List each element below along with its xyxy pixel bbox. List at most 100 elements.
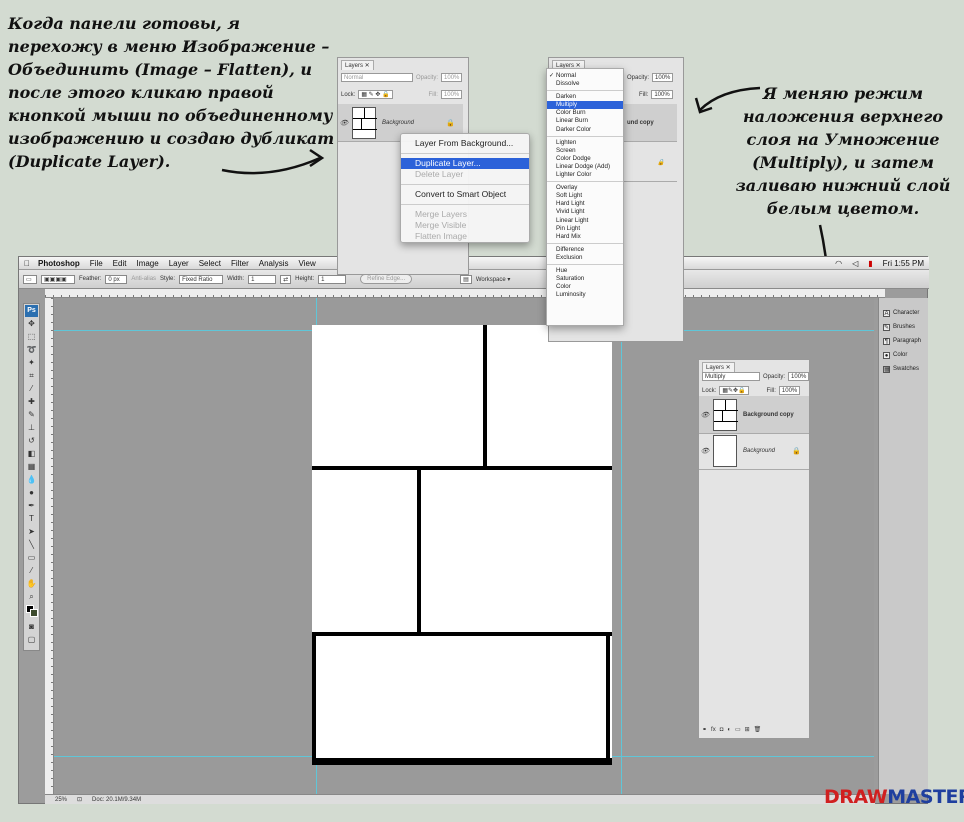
clock-label[interactable]: Fri 1:55 PM bbox=[878, 259, 929, 268]
healing-brush-icon[interactable]: ✚ bbox=[25, 396, 38, 408]
refine-edge-button[interactable]: Refine Edge... bbox=[360, 274, 413, 284]
menu-image[interactable]: Image bbox=[131, 259, 163, 268]
marquee-tool-preset[interactable]: ▭ bbox=[23, 274, 37, 284]
layer-name-background-copy[interactable]: Background copy bbox=[743, 412, 809, 418]
fill-input-2[interactable]: 100% bbox=[651, 90, 673, 99]
blend-option-normal[interactable]: ✓ Normal bbox=[547, 72, 623, 80]
blend-option-color[interactable]: Color bbox=[547, 283, 623, 291]
blend-option-vivid-light[interactable]: Vivid Light bbox=[547, 208, 623, 216]
menu-item-layer-from-background[interactable]: Layer From Background... bbox=[401, 138, 529, 149]
menu-file[interactable]: File bbox=[85, 259, 108, 268]
layer-name[interactable]: Background bbox=[382, 120, 446, 126]
crop-tool-icon[interactable]: ⌗ bbox=[25, 370, 38, 382]
blend-option-linear-light[interactable]: Linear Light bbox=[547, 217, 623, 225]
screen-mode-icon[interactable]: ▢ bbox=[25, 634, 38, 646]
trash-icon[interactable]: 🗑 bbox=[754, 726, 762, 733]
menu-item-delete-layer[interactable]: Delete Layer bbox=[401, 169, 529, 180]
blend-option-exclusion[interactable]: Exclusion bbox=[547, 254, 623, 262]
menu-select[interactable]: Select bbox=[194, 259, 226, 268]
eraser-tool-icon[interactable]: ◧ bbox=[25, 448, 38, 460]
menu-edit[interactable]: Edit bbox=[108, 259, 132, 268]
blend-option-pin-light[interactable]: Pin Light bbox=[547, 225, 623, 233]
menu-layer[interactable]: Layer bbox=[164, 259, 194, 268]
dock-brushes[interactable]: ✎ Brushes bbox=[879, 320, 928, 334]
eye-icon-3a[interactable]: 👁 bbox=[699, 411, 711, 419]
mask-icon[interactable]: ◘ bbox=[720, 727, 724, 733]
blend-option-screen[interactable]: Screen bbox=[547, 147, 623, 155]
workspace-icon[interactable]: ▤ bbox=[460, 274, 472, 284]
menu-item-convert-smart-object[interactable]: Convert to Smart Object bbox=[401, 189, 529, 200]
blend-option-multiply[interactable]: Multiply bbox=[547, 101, 623, 110]
adjustment-icon[interactable]: ◐ bbox=[727, 727, 731, 733]
menu-item-duplicate-layer[interactable]: Duplicate Layer... bbox=[401, 158, 529, 169]
wifi-icon[interactable]: ◠ bbox=[830, 259, 847, 268]
blend-option-hard-mix[interactable]: Hard Mix bbox=[547, 233, 623, 241]
layers-tab[interactable]: Layers ✕ bbox=[341, 60, 374, 70]
blend-option-hard-light[interactable]: Hard Light bbox=[547, 200, 623, 208]
eye-icon[interactable]: 👁 bbox=[338, 119, 350, 127]
blend-option-hue[interactable]: Hue bbox=[547, 267, 623, 275]
brush-tool-icon[interactable]: ✎ bbox=[25, 409, 38, 421]
new-layer-icon[interactable]: ⊞ bbox=[745, 726, 750, 733]
lock-buttons-3[interactable]: ▦✎✥🔒 bbox=[719, 386, 749, 395]
dock-color[interactable]: ● Color bbox=[879, 348, 928, 362]
move-tool-icon[interactable]: ✥ bbox=[25, 318, 38, 330]
lasso-tool-icon[interactable]: ➰ bbox=[25, 344, 38, 356]
blend-mode-select-3[interactable]: Multiply bbox=[702, 372, 760, 381]
layers-tab-3[interactable]: Layers ✕ bbox=[702, 362, 735, 372]
height-input[interactable]: 1 bbox=[318, 274, 347, 284]
feather-input[interactable]: 0 px bbox=[105, 274, 128, 284]
color-swatches-icon[interactable] bbox=[25, 604, 38, 620]
menu-app-name[interactable]: Photoshop bbox=[35, 259, 85, 268]
quick-mask-icon[interactable]: ◙ bbox=[25, 621, 38, 633]
workspace-menu[interactable]: Workspace ▾ bbox=[476, 276, 511, 283]
fill-input-3[interactable]: 100% bbox=[778, 386, 801, 395]
lock-buttons[interactable]: ▦ ✎ ✥ 🔒 bbox=[358, 90, 393, 99]
anti-alias-checkbox[interactable]: Anti-alias bbox=[131, 276, 156, 282]
blend-option-darken[interactable]: Darken bbox=[547, 93, 623, 101]
document-canvas[interactable] bbox=[312, 325, 612, 765]
hand-tool-icon[interactable]: ✋ bbox=[25, 578, 38, 590]
fill-input[interactable]: 100% bbox=[440, 90, 463, 99]
menu-view[interactable]: View bbox=[294, 259, 321, 268]
blend-option-darker-color[interactable]: Darker Color bbox=[547, 126, 623, 134]
menu-item-merge-layers[interactable]: Merge Layers bbox=[401, 209, 529, 220]
blend-option-linear-burn[interactable]: Linear Burn bbox=[547, 117, 623, 125]
flag-icon[interactable]: ▮ bbox=[863, 259, 877, 268]
blend-option-difference[interactable]: Difference bbox=[547, 246, 623, 254]
blend-option-saturation[interactable]: Saturation bbox=[547, 275, 623, 283]
marquee-tool-icon[interactable]: ⬚ bbox=[25, 331, 38, 343]
layer-row-background-copy[interactable]: 👁 Background copy bbox=[699, 396, 809, 434]
blend-option-linear-dodge-add[interactable]: Linear Dodge (Add) bbox=[547, 163, 623, 171]
eyedropper-2-icon[interactable]: ⁄ bbox=[25, 565, 38, 577]
menu-item-merge-visible[interactable]: Merge Visible bbox=[401, 220, 529, 231]
path-selection-icon[interactable]: ➤ bbox=[25, 526, 38, 538]
magic-wand-icon[interactable]: ✦ bbox=[25, 357, 38, 369]
eye-icon-3b[interactable]: 👁 bbox=[699, 447, 711, 455]
blend-option-luminosity[interactable]: Luminosity bbox=[547, 291, 623, 299]
opacity-input-2[interactable]: 100% bbox=[652, 73, 674, 82]
gradient-tool-icon[interactable]: ▦ bbox=[25, 461, 38, 473]
history-brush-icon[interactable]: ↺ bbox=[25, 435, 38, 447]
notes-tool-icon[interactable]: ▭ bbox=[25, 552, 38, 564]
style-select[interactable]: Fixed Ratio bbox=[179, 274, 224, 284]
volume-icon[interactable]: ◁ bbox=[847, 259, 863, 268]
menu-filter[interactable]: Filter bbox=[226, 259, 254, 268]
status-icon[interactable]: ⊡ bbox=[77, 796, 82, 803]
dock-paragraph[interactable]: ¶ Paragraph bbox=[879, 334, 928, 348]
menu-item-flatten-image[interactable]: Flatten Image bbox=[401, 231, 529, 242]
blend-option-lighten[interactable]: Lighten bbox=[547, 139, 623, 147]
opacity-input-3[interactable]: 100% bbox=[788, 372, 810, 381]
zoom-tool-icon[interactable]: ⌕ bbox=[25, 591, 38, 603]
eyedropper-icon[interactable]: ⁄ bbox=[25, 383, 38, 395]
dock-character[interactable]: A Character bbox=[879, 306, 928, 320]
swap-icon[interactable]: ⇄ bbox=[280, 274, 292, 284]
menu-analysis[interactable]: Analysis bbox=[254, 259, 294, 268]
shape-tool-icon[interactable]: ╲ bbox=[25, 539, 38, 551]
blend-option-soft-light[interactable]: Soft Light bbox=[547, 192, 623, 200]
pen-tool-icon[interactable]: ✒ bbox=[25, 500, 38, 512]
link-layers-icon[interactable]: ⚭ bbox=[702, 726, 707, 733]
type-tool-icon[interactable]: T bbox=[25, 513, 38, 525]
opacity-input[interactable]: 100% bbox=[441, 73, 463, 82]
doc-size[interactable]: Doc: 20.1M/9.34M bbox=[92, 797, 141, 803]
